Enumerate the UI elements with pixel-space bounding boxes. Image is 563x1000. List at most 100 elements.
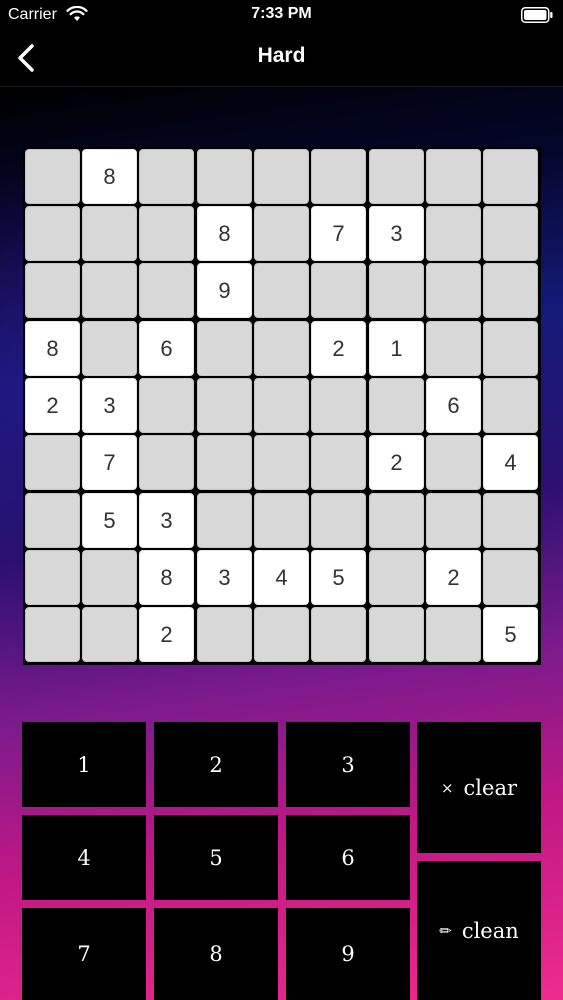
sudoku-cell[interactable] bbox=[139, 263, 194, 318]
sudoku-cell[interactable]: 3 bbox=[369, 206, 424, 261]
clear-button[interactable]: × clear bbox=[417, 722, 541, 853]
sudoku-cell[interactable] bbox=[483, 378, 538, 433]
sudoku-cell[interactable] bbox=[369, 263, 424, 318]
digit-key[interactable]: 8 bbox=[154, 908, 278, 1000]
sudoku-cell[interactable] bbox=[254, 206, 309, 261]
sudoku-cell[interactable] bbox=[197, 435, 252, 490]
sudoku-cell[interactable] bbox=[82, 263, 137, 318]
battery-icon bbox=[521, 7, 553, 23]
sudoku-cell[interactable] bbox=[311, 149, 366, 204]
sudoku-cell[interactable] bbox=[254, 493, 309, 548]
sudoku-cell[interactable] bbox=[311, 493, 366, 548]
status-bar: Carrier 7:33 PM bbox=[0, 0, 563, 30]
sudoku-cell[interactable] bbox=[197, 493, 252, 548]
sudoku-cell[interactable] bbox=[139, 378, 194, 433]
sudoku-cell[interactable] bbox=[426, 493, 481, 548]
sudoku-cell[interactable] bbox=[311, 607, 366, 662]
sudoku-cell[interactable] bbox=[82, 607, 137, 662]
sudoku-cell[interactable]: 5 bbox=[311, 550, 366, 605]
sudoku-cell[interactable]: 8 bbox=[82, 149, 137, 204]
sudoku-cell[interactable] bbox=[197, 321, 252, 376]
sudoku-cell[interactable] bbox=[82, 321, 137, 376]
sudoku-cell[interactable] bbox=[483, 550, 538, 605]
sudoku-cell[interactable] bbox=[82, 206, 137, 261]
digit-key[interactable]: 7 bbox=[22, 908, 146, 1000]
sudoku-cell[interactable] bbox=[311, 435, 366, 490]
sudoku-cell[interactable] bbox=[426, 435, 481, 490]
sudoku-cell[interactable] bbox=[369, 550, 424, 605]
sudoku-cell[interactable]: 4 bbox=[254, 550, 309, 605]
sudoku-cell[interactable]: 3 bbox=[197, 550, 252, 605]
sudoku-cell[interactable] bbox=[25, 607, 80, 662]
sudoku-cell[interactable]: 8 bbox=[139, 550, 194, 605]
sudoku-cell[interactable] bbox=[311, 263, 366, 318]
clear-button-label: clear bbox=[463, 775, 518, 800]
sudoku-cell[interactable]: 8 bbox=[25, 321, 80, 376]
sudoku-cell[interactable]: 7 bbox=[311, 206, 366, 261]
sudoku-cell[interactable]: 4 bbox=[483, 435, 538, 490]
digit-key[interactable]: 2 bbox=[154, 722, 278, 807]
sudoku-cell[interactable] bbox=[483, 206, 538, 261]
sudoku-cell[interactable] bbox=[369, 607, 424, 662]
sudoku-cell[interactable] bbox=[426, 263, 481, 318]
sudoku-cell[interactable] bbox=[254, 378, 309, 433]
digit-key[interactable]: 3 bbox=[286, 722, 410, 807]
sudoku-cell[interactable] bbox=[139, 206, 194, 261]
sudoku-cell[interactable] bbox=[25, 263, 80, 318]
sudoku-cell[interactable] bbox=[254, 435, 309, 490]
sudoku-cell[interactable] bbox=[311, 378, 366, 433]
sudoku-cell[interactable]: 2 bbox=[369, 435, 424, 490]
sudoku-cell[interactable] bbox=[197, 149, 252, 204]
sudoku-cell[interactable] bbox=[25, 493, 80, 548]
sudoku-cell[interactable] bbox=[25, 149, 80, 204]
nav-bar: Hard bbox=[0, 30, 563, 87]
sudoku-cell[interactable]: 2 bbox=[426, 550, 481, 605]
sudoku-cell[interactable] bbox=[426, 321, 481, 376]
sudoku-cell[interactable] bbox=[254, 321, 309, 376]
digit-key[interactable]: 5 bbox=[154, 815, 278, 900]
digit-key[interactable]: 6 bbox=[286, 815, 410, 900]
sudoku-cell[interactable]: 1 bbox=[369, 321, 424, 376]
sudoku-cell[interactable] bbox=[82, 550, 137, 605]
sudoku-cell[interactable] bbox=[139, 149, 194, 204]
sudoku-cell[interactable] bbox=[254, 263, 309, 318]
sudoku-cell[interactable] bbox=[369, 149, 424, 204]
digit-key[interactable]: 9 bbox=[286, 908, 410, 1000]
sudoku-cell[interactable] bbox=[483, 493, 538, 548]
sudoku-cell[interactable] bbox=[483, 263, 538, 318]
sudoku-cell[interactable]: 2 bbox=[139, 607, 194, 662]
clean-button[interactable]: ✏ clean bbox=[417, 861, 541, 1000]
sudoku-cell[interactable] bbox=[25, 435, 80, 490]
page-title: Hard bbox=[257, 44, 306, 67]
sudoku-cell[interactable] bbox=[25, 550, 80, 605]
clean-button-label: clean bbox=[461, 918, 519, 943]
sudoku-cell[interactable] bbox=[426, 149, 481, 204]
sudoku-cell[interactable] bbox=[369, 493, 424, 548]
sudoku-cell[interactable] bbox=[197, 607, 252, 662]
sudoku-cell[interactable] bbox=[254, 607, 309, 662]
sudoku-cell[interactable] bbox=[139, 435, 194, 490]
sudoku-cell[interactable]: 9 bbox=[197, 263, 252, 318]
sudoku-cell[interactable]: 3 bbox=[82, 378, 137, 433]
sudoku-cell[interactable] bbox=[369, 378, 424, 433]
sudoku-cell[interactable] bbox=[483, 149, 538, 204]
digit-key[interactable]: 4 bbox=[22, 815, 146, 900]
sudoku-cell[interactable]: 5 bbox=[483, 607, 538, 662]
status-time: 7:33 PM bbox=[251, 5, 312, 22]
sudoku-cell[interactable]: 7 bbox=[82, 435, 137, 490]
sudoku-cell[interactable] bbox=[25, 206, 80, 261]
sudoku-cell[interactable]: 6 bbox=[426, 378, 481, 433]
sudoku-cell[interactable] bbox=[254, 149, 309, 204]
sudoku-cell[interactable]: 2 bbox=[25, 378, 80, 433]
sudoku-cell[interactable]: 5 bbox=[82, 493, 137, 548]
sudoku-cell[interactable] bbox=[197, 378, 252, 433]
sudoku-board: 887398621236724538345225 bbox=[23, 147, 541, 665]
sudoku-cell[interactable] bbox=[483, 321, 538, 376]
sudoku-cell[interactable]: 3 bbox=[139, 493, 194, 548]
sudoku-cell[interactable]: 2 bbox=[311, 321, 366, 376]
sudoku-cell[interactable]: 8 bbox=[197, 206, 252, 261]
sudoku-cell[interactable] bbox=[426, 607, 481, 662]
digit-key[interactable]: 1 bbox=[22, 722, 146, 807]
sudoku-cell[interactable]: 6 bbox=[139, 321, 194, 376]
sudoku-cell[interactable] bbox=[426, 206, 481, 261]
